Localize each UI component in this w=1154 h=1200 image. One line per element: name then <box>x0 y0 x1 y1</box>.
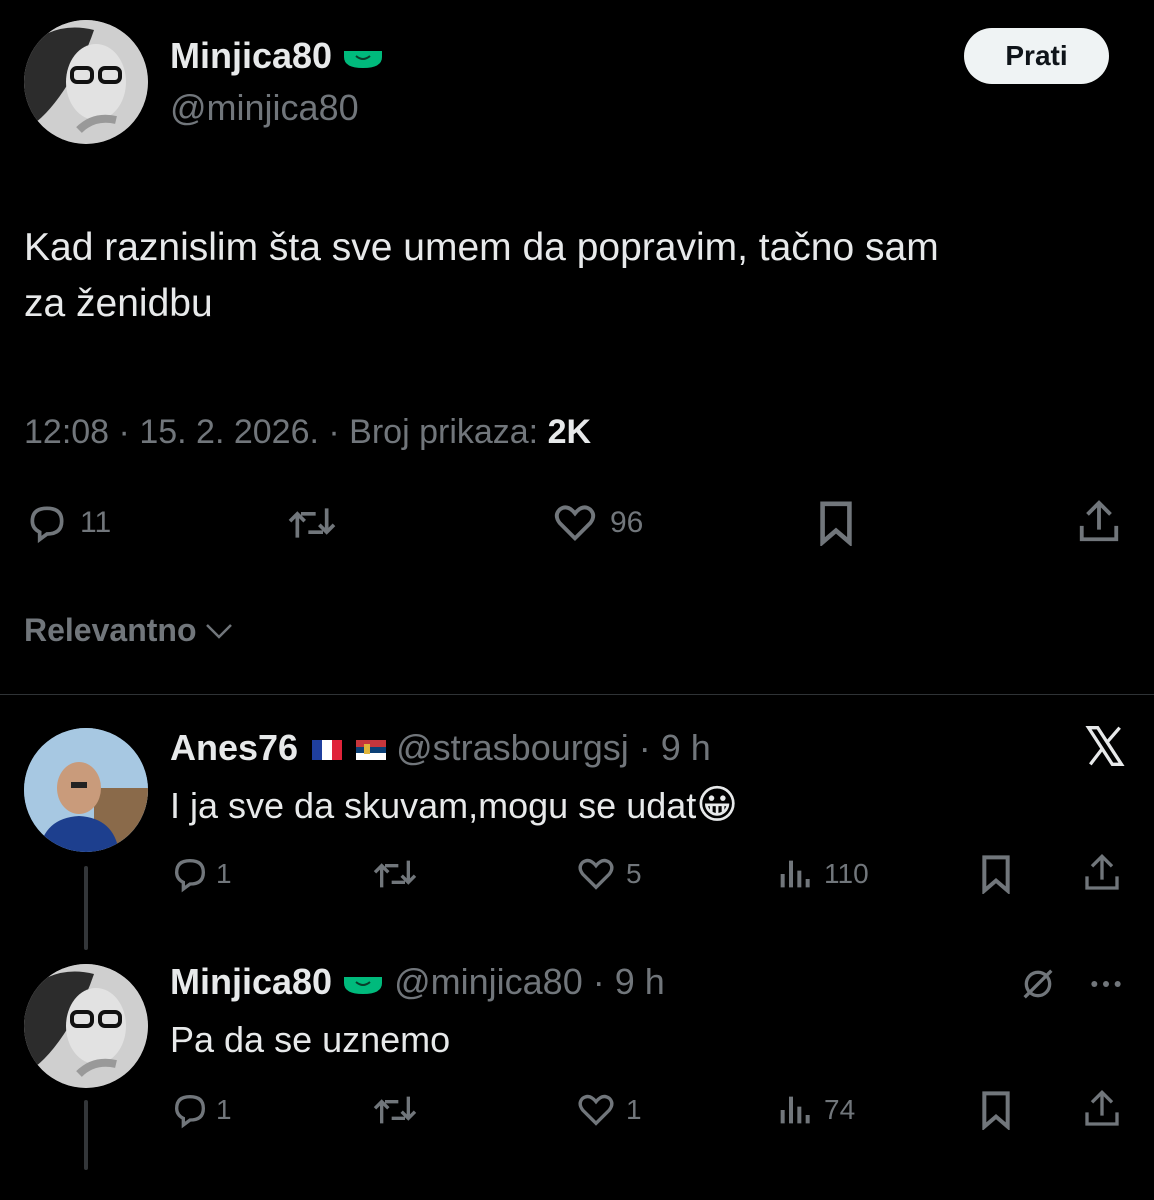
main-post-time[interactable]: 12:08 <box>24 413 109 451</box>
reply1-time[interactable]: 9 h <box>661 727 711 768</box>
speech-bubble-icon <box>174 858 206 893</box>
heart-icon <box>578 1094 614 1126</box>
reply1-avatar[interactable] <box>24 728 148 852</box>
bookmark-icon <box>982 1091 1010 1130</box>
bar-chart-icon <box>780 860 810 888</box>
follow-button[interactable]: Prati <box>964 28 1109 84</box>
heart-icon <box>578 858 614 890</box>
reply1-views-button[interactable]: 110 <box>776 854 869 894</box>
reply2-like-button[interactable]: 1 <box>574 1090 642 1130</box>
main-post-avatar[interactable] <box>24 20 148 144</box>
divider <box>0 694 1154 695</box>
main-reply-button[interactable]: 11 <box>24 500 111 546</box>
reply2-view-count: 74 <box>824 1094 856 1125</box>
reply2-share-button[interactable] <box>1082 1088 1122 1130</box>
main-reply-count: 11 <box>80 506 112 539</box>
main-post-meta: 12:08 · 15. 2. 2026. · Broj prikaza: 2K <box>24 413 592 451</box>
thread-line <box>84 1100 88 1170</box>
grok-icon[interactable] <box>1018 964 1058 1009</box>
reply2-time[interactable]: 9 h <box>615 961 665 1002</box>
main-post-author-name[interactable]: Minjica80 <box>170 35 332 76</box>
heart-icon <box>554 505 596 542</box>
share-icon <box>1079 500 1119 542</box>
reply1-author-name[interactable]: Anes76 <box>170 727 298 768</box>
main-like-button[interactable]: 96 <box>550 500 643 546</box>
reply2-repost-button[interactable] <box>370 1090 420 1130</box>
main-like-count: 96 <box>610 506 644 539</box>
grinning-emoji: 😀 <box>696 783 738 827</box>
reply2-avatar[interactable] <box>24 964 148 1088</box>
share-icon <box>1085 853 1119 890</box>
speech-bubble-icon <box>174 1094 206 1129</box>
reply1-reply-count: 1 <box>216 858 232 889</box>
reply2-reply-button[interactable]: 1 <box>170 1090 232 1130</box>
reply1-share-button[interactable] <box>1082 852 1122 894</box>
reply2-author-handle[interactable]: @minjica80 <box>394 961 583 1002</box>
main-repost-button[interactable] <box>284 500 340 546</box>
more-icon[interactable] <box>1084 964 1128 1009</box>
reply1-text-content: I ja sve da skuvam,mogu se udat <box>170 785 697 826</box>
main-share-button[interactable] <box>1076 498 1122 546</box>
speech-bubble-icon <box>30 506 64 544</box>
views-label: Broj prikaza: <box>349 413 539 451</box>
reply2-views-button[interactable]: 74 <box>776 1090 855 1130</box>
main-post-author-handle[interactable]: @minjica80 <box>170 86 359 130</box>
reply1-view-count: 110 <box>824 858 869 889</box>
repost-icon <box>373 860 417 888</box>
green-badge-icon <box>342 36 384 80</box>
main-post-text-line1: Kad raznislim šta sve umem da popravim, … <box>24 226 939 269</box>
green-badge-icon <box>342 962 384 1006</box>
bar-chart-icon <box>780 1096 810 1124</box>
bookmark-icon <box>820 501 852 546</box>
reply1-like-count: 5 <box>626 858 642 889</box>
reply1-like-button[interactable]: 5 <box>574 854 642 894</box>
main-post-date[interactable]: 15. 2. 2026. <box>139 413 319 451</box>
bookmark-icon <box>982 855 1010 894</box>
reply1-text: I ja sve da skuvam,mogu se udat😀 <box>170 780 738 831</box>
reply2-bookmark-button[interactable] <box>978 1090 1014 1130</box>
thread-line <box>84 866 88 950</box>
reply1-repost-button[interactable] <box>370 854 420 894</box>
main-post-text: Kad raznislim šta sve umem da popravim, … <box>24 220 939 332</box>
x-logo-icon[interactable] <box>1082 724 1128 773</box>
reply2-author-name[interactable]: Minjica80 <box>170 961 332 1002</box>
chevron-down-icon <box>206 623 233 639</box>
reply1-author-handle[interactable]: @strasbourgsj <box>396 727 629 768</box>
sort-dropdown[interactable]: Relevantno <box>24 612 234 649</box>
reply2-reply-count: 1 <box>216 1094 232 1125</box>
main-post-text-line2: za ženidbu <box>24 282 213 325</box>
reply2-text: Pa da se uznemo <box>170 1019 451 1060</box>
sort-label: Relevantno <box>24 612 197 648</box>
main-bookmark-button[interactable] <box>816 500 856 546</box>
share-icon <box>1085 1089 1119 1126</box>
repost-icon <box>373 1096 417 1124</box>
repost-icon <box>288 508 336 538</box>
france-flag-icon <box>312 740 343 761</box>
reply2-like-count: 1 <box>626 1094 642 1125</box>
reply1-reply-button[interactable]: 1 <box>170 854 232 894</box>
serbia-flag-icon <box>356 740 387 761</box>
reply1-bookmark-button[interactable] <box>978 854 1014 894</box>
views-count: 2K <box>547 413 592 451</box>
